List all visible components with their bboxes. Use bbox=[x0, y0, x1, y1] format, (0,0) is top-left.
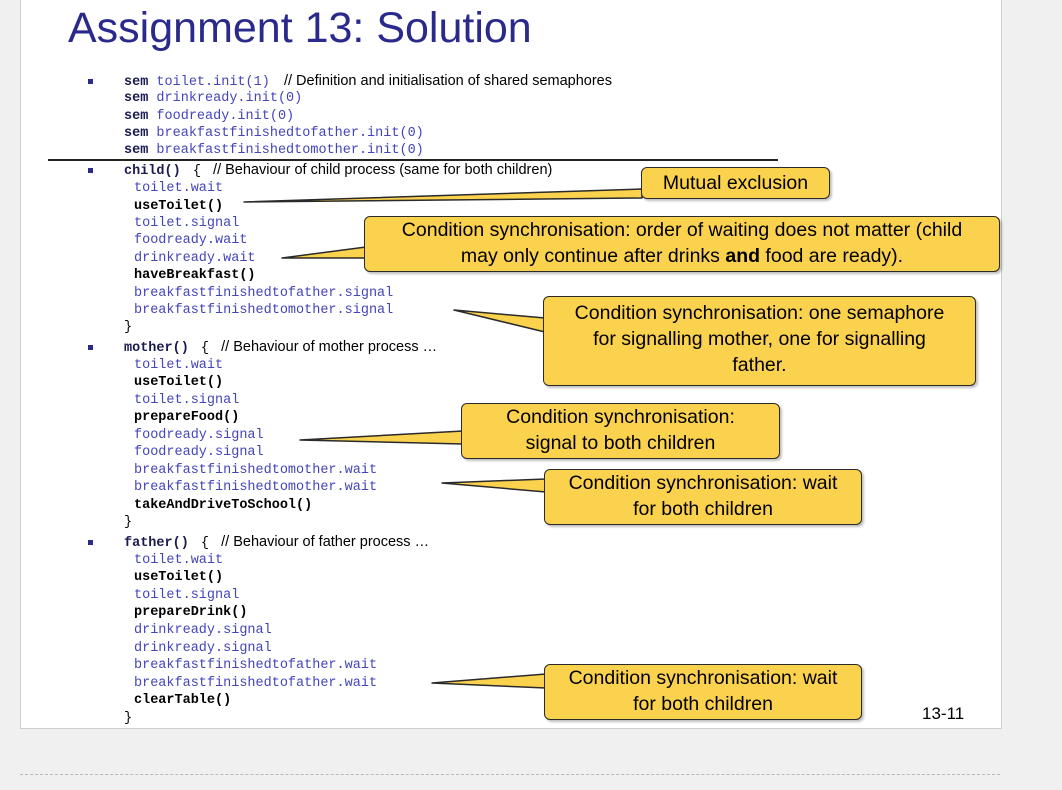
callout-signal-line-1: Condition synchronisation: bbox=[506, 406, 735, 428]
callout-one-semaphore-each: Condition synchronisation: one semaphore… bbox=[543, 296, 976, 386]
callout-mother-wait-both: Condition synchronisation: wait for both… bbox=[544, 469, 862, 525]
callout-father-wait-both: Condition synchronisation: wait for both… bbox=[544, 664, 862, 720]
callout-wait-father-line-1: Condition synchronisation: wait bbox=[568, 667, 838, 689]
callout-mutual-text: Mutual exclusion bbox=[662, 172, 809, 194]
callout-wait-mother-line-2: for both children bbox=[633, 498, 773, 520]
page-number: 13-11 bbox=[922, 704, 965, 723]
pointer-sema bbox=[453, 309, 546, 333]
callout-sema-line-3: father. bbox=[732, 354, 787, 376]
pointer-wait-mother bbox=[441, 478, 547, 493]
pointer-order bbox=[281, 246, 367, 259]
callout-sema-line-2: for signalling mother, one for signallin… bbox=[593, 328, 926, 350]
pointer-signal bbox=[299, 430, 464, 445]
pointer-mutual bbox=[243, 188, 643, 203]
callout-sema-line-1: Condition synchronisation: one semaphore bbox=[574, 302, 945, 324]
callout-order-bold: and bbox=[725, 245, 761, 267]
callout-order-of-waiting: Condition synchronisation: order of wait… bbox=[364, 216, 1000, 272]
callout-wait-mother-line-1: Condition synchronisation: wait bbox=[568, 472, 838, 494]
callout-order-line-1: Condition synchronisation: order of wait… bbox=[401, 219, 963, 241]
callout-order-text-c: food are ready). bbox=[760, 245, 904, 267]
pointer-wait-father bbox=[431, 673, 547, 689]
callout-signal-both-children: Condition synchronisation: signal to bot… bbox=[461, 403, 780, 459]
callout-pointers bbox=[243, 188, 643, 689]
callout-mutual-exclusion: Mutual exclusion bbox=[641, 167, 830, 199]
page-separator bbox=[20, 774, 1000, 775]
callout-wait-father-line-2: for both children bbox=[633, 693, 773, 715]
callout-order-line-2: may only continue after drinks and food … bbox=[365, 243, 999, 269]
callout-signal-line-2: signal to both children bbox=[525, 432, 716, 454]
callout-order-text-b: may only continue after drinks bbox=[460, 245, 726, 267]
